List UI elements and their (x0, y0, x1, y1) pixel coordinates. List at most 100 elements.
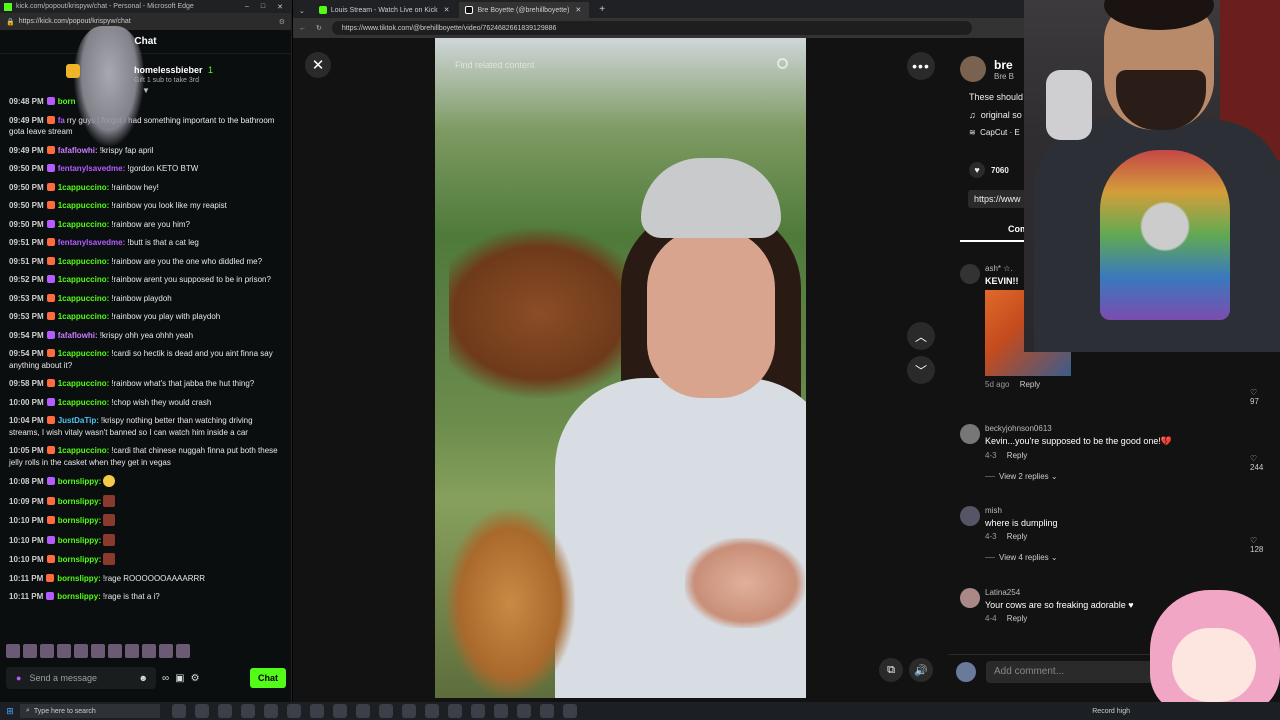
chat-username[interactable]: JustDaTip: (58, 416, 99, 425)
comment-username[interactable]: mish (985, 506, 1275, 515)
chat-username[interactable]: 1cappuccino: (58, 398, 110, 407)
reply-button[interactable]: Reply (1007, 451, 1027, 460)
chat-username[interactable]: 1cappuccino: (58, 312, 110, 321)
tab-actions-icon[interactable]: ⌄ (299, 7, 311, 18)
taskbar-app-icon[interactable] (494, 704, 508, 718)
miniplayer-icon[interactable]: ⧉ (879, 658, 903, 682)
more-options-button[interactable]: ••• (907, 52, 935, 80)
chat-username[interactable]: fa (58, 116, 65, 125)
chat-username[interactable]: bornslippy: (58, 555, 102, 564)
comment-username[interactable]: beckyjohnson0613 (985, 424, 1275, 433)
taskbar-app-icon[interactable] (195, 704, 209, 718)
chat-username[interactable]: 1cappuccino: (58, 257, 110, 266)
comment-avatar[interactable] (960, 588, 980, 608)
comment-avatar[interactable] (960, 506, 980, 526)
like-row[interactable]: ♥ 7060 (969, 162, 1009, 178)
emoji-icon[interactable]: ☻ (139, 673, 148, 683)
chat-username[interactable]: 1cappuccino: (58, 183, 110, 192)
chat-send-button[interactable]: Chat (250, 668, 286, 688)
gear-icon[interactable]: ⚙ (191, 673, 200, 684)
taskbar-search[interactable]: ⌕ Type here to search (20, 704, 160, 718)
microphone-icon[interactable]: ● (16, 673, 21, 683)
chat-username[interactable]: fafaflowhi: (58, 146, 98, 155)
chat-username[interactable]: 1cappuccino: (58, 294, 110, 303)
chat-username[interactable]: bornslippy: (58, 516, 102, 525)
taskbar-app-icon[interactable] (172, 704, 186, 718)
capcut-line[interactable]: ≋ CapCut · E (969, 128, 1020, 137)
chat-username[interactable]: 1cappuccino: (58, 275, 110, 284)
taskbar-app-icon[interactable] (310, 704, 324, 718)
taskbar-app-icon[interactable] (241, 704, 255, 718)
chat-username[interactable]: 1cappuccino: (58, 220, 110, 229)
maximize-icon[interactable]: □ (261, 3, 265, 11)
tab-kick[interactable]: Louis Stream - Watch Live on Kick ✕ (312, 2, 458, 18)
chat-message-input[interactable]: ● Send a message ☻ (6, 667, 156, 689)
chat-username[interactable]: fafaflowhi: (58, 331, 98, 340)
chat-username[interactable]: fentanylsavedme: (58, 238, 126, 247)
music-line[interactable]: ♫ original so (969, 110, 1022, 120)
emote-icon[interactable] (23, 644, 37, 658)
tab-tiktok[interactable]: Bre Boyette (@brehillboyette) ✕ (459, 2, 590, 18)
stock-widget[interactable]: Record high (1092, 708, 1280, 715)
chat-username[interactable]: bornslippy: (57, 592, 101, 601)
chat-username[interactable]: bornslippy: (58, 536, 102, 545)
reply-button[interactable]: Reply (1020, 380, 1040, 389)
find-related-label[interactable]: Find related content (455, 60, 535, 70)
taskbar-app-icon[interactable] (287, 704, 301, 718)
comment-avatar[interactable] (960, 264, 980, 284)
previous-video-button[interactable]: ︿ (907, 322, 935, 350)
emote-icon[interactable] (40, 644, 54, 658)
taskbar-app-icon[interactable] (425, 704, 439, 718)
extensions-icon[interactable]: ⚙ (279, 18, 291, 26)
emote-icon[interactable] (57, 644, 71, 658)
heart-icon[interactable]: ♥ (969, 162, 985, 178)
tiktok-video[interactable]: Find related content (435, 38, 806, 698)
search-icon[interactable] (777, 58, 788, 69)
chat-username[interactable]: fentanylsavedme: (58, 164, 126, 173)
taskbar-app-icon[interactable] (540, 704, 554, 718)
chat-username[interactable]: bornslippy: (58, 477, 102, 486)
chat-username[interactable]: born (58, 97, 76, 106)
emote-icon[interactable] (159, 644, 173, 658)
chat-username[interactable]: 1cappuccino: (58, 446, 110, 455)
chat-username[interactable]: 1cappuccino: (58, 201, 110, 210)
taskbar-app-icon[interactable] (402, 704, 416, 718)
back-icon[interactable]: ← (299, 25, 306, 32)
taskbar-app-icon[interactable] (448, 704, 462, 718)
author-avatar[interactable] (960, 56, 986, 82)
close-video-button[interactable]: ✕ (305, 52, 331, 78)
author-name[interactable]: bre (994, 58, 1014, 72)
tab-close-icon[interactable]: ✕ (569, 6, 581, 14)
emote-icon[interactable] (74, 644, 88, 658)
taskbar-app-icon[interactable] (333, 704, 347, 718)
chat-username[interactable]: bornslippy: (57, 574, 101, 583)
view-replies-button[interactable]: View 2 replies ⌄ (985, 472, 1275, 481)
chat-address-bar[interactable]: 🔒 https://kick.com/popout/krispyw/chat ⚙ (0, 13, 291, 30)
emote-icon[interactable] (91, 644, 105, 658)
emote-icon[interactable] (125, 644, 139, 658)
minimize-icon[interactable]: – (245, 3, 249, 11)
infinity-icon[interactable]: ∞ (162, 673, 169, 684)
windows-start-icon[interactable]: ⊞ (0, 702, 20, 720)
emote-icon[interactable] (142, 644, 156, 658)
comment-avatar[interactable] (960, 424, 980, 444)
chat-username[interactable]: 1cappuccino: (58, 349, 110, 358)
taskbar-app-icon[interactable] (264, 704, 278, 718)
new-tab-icon[interactable]: + (591, 4, 611, 18)
tab-close-icon[interactable]: ✕ (438, 6, 450, 14)
refresh-icon[interactable]: ↻ (316, 24, 322, 32)
next-video-button[interactable]: ﹀ (907, 356, 935, 384)
gift-icon[interactable]: ▣ (175, 673, 184, 684)
address-bar[interactable]: https://www.tiktok.com/@brehillboyette/v… (331, 21, 972, 35)
chevron-down-icon[interactable]: ▼ (142, 86, 150, 95)
view-replies-button[interactable]: View 4 replies ⌄ (985, 553, 1275, 562)
chat-username[interactable]: 1cappuccino: (58, 379, 110, 388)
author-block[interactable]: bre Bre B (960, 56, 1014, 82)
taskbar-app-icon[interactable] (563, 704, 577, 718)
emote-icon[interactable] (6, 644, 20, 658)
taskbar-app-icon[interactable] (218, 704, 232, 718)
taskbar-app-icon[interactable] (517, 704, 531, 718)
emote-icon[interactable] (176, 644, 190, 658)
volume-icon[interactable]: 🔊 (909, 658, 933, 682)
gift-leaderboard[interactable]: homelessbieber 1 Gift 1 sub to take 3rd … (0, 54, 291, 95)
